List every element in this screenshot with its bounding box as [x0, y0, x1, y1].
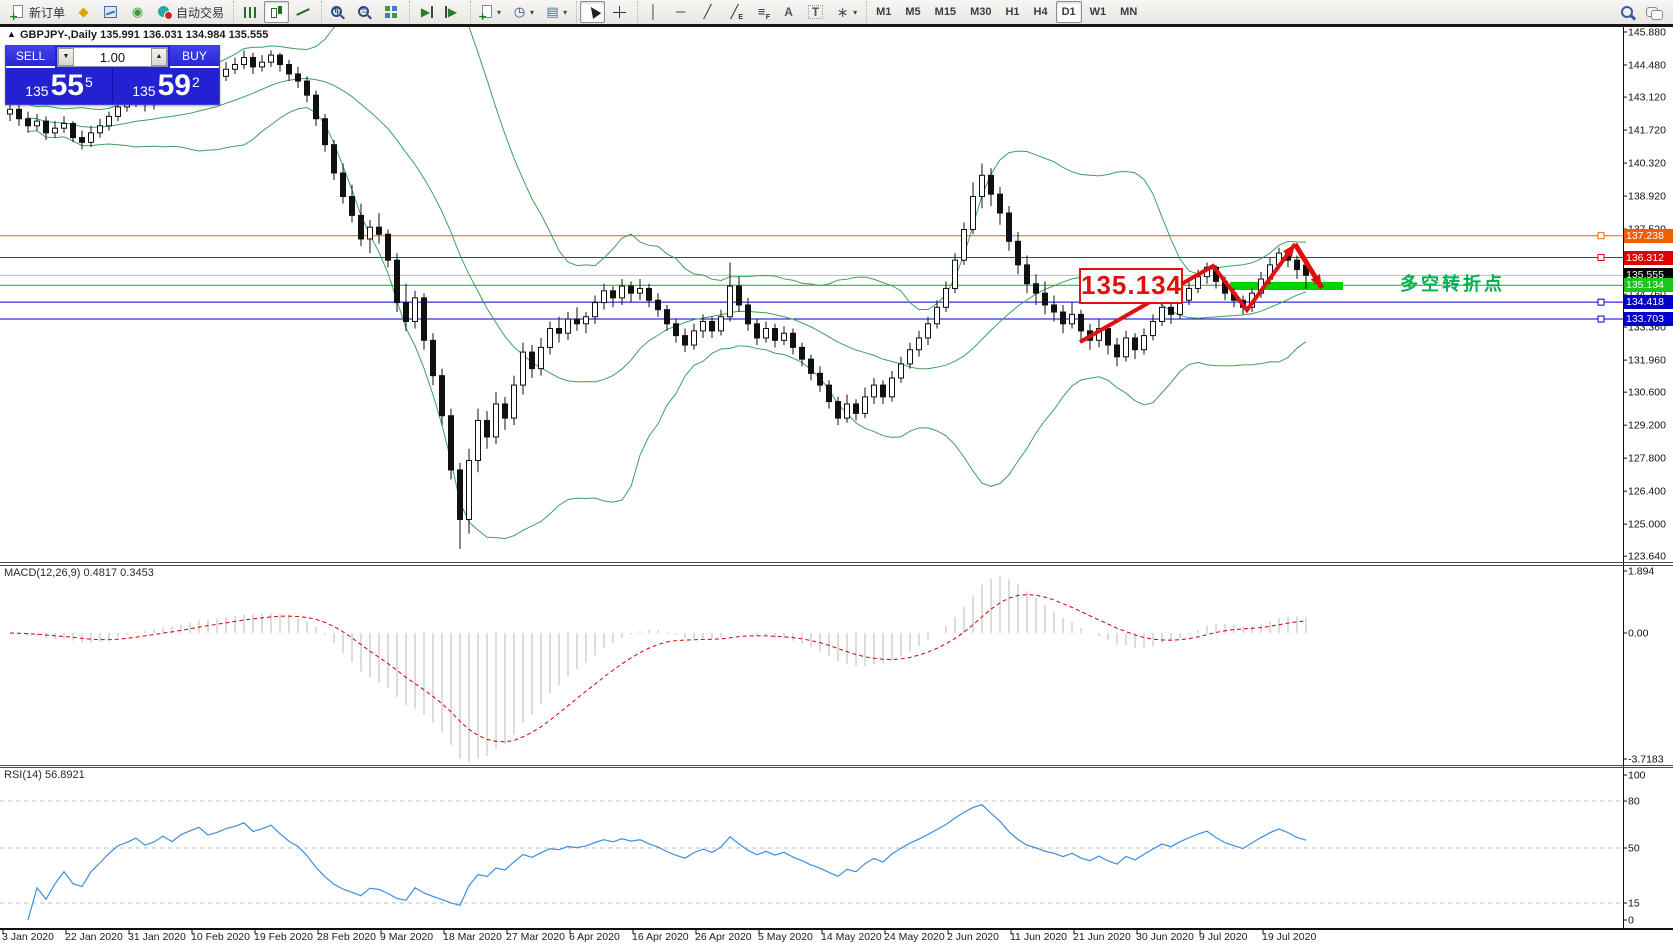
svg-text:141.720: 141.720 [1628, 125, 1666, 137]
svg-text:143.120: 143.120 [1628, 92, 1666, 104]
svg-text:100: 100 [1628, 770, 1646, 782]
sell-price-sup: 5 [85, 76, 93, 88]
svg-text:0: 0 [1628, 915, 1634, 927]
buy-price-big: 59 [158, 72, 191, 100]
one-click-trade-panel: SELL ▼ ▲ BUY 135 55 5 135 59 2 [5, 45, 220, 105]
pivot-note-annotation[interactable]: 多空转折点 [1400, 270, 1505, 296]
resistance-line-136-312-handle[interactable] [1598, 255, 1604, 261]
svg-text:131.960: 131.960 [1628, 355, 1666, 367]
svg-text:50: 50 [1628, 843, 1640, 855]
svg-text:126.400: 126.400 [1628, 486, 1666, 498]
svg-text:144.480: 144.480 [1628, 59, 1666, 71]
svg-text:140.320: 140.320 [1628, 158, 1666, 170]
price-axis-badge: 134.418 [1624, 295, 1673, 309]
svg-text:125.000: 125.000 [1628, 519, 1666, 531]
svg-text:80: 80 [1628, 796, 1640, 808]
price-axis-badge: 136.312 [1624, 251, 1673, 265]
volume-stepper: ▼ ▲ [57, 47, 168, 67]
resistance-line-137-238-handle[interactable] [1598, 233, 1604, 239]
sell-price-prefix: 135 [25, 82, 48, 100]
svg-text:15: 15 [1628, 898, 1640, 910]
buy-button[interactable]: BUY [170, 46, 219, 68]
svg-text:123.640: 123.640 [1628, 551, 1666, 563]
svg-text:138.920: 138.920 [1628, 191, 1666, 203]
mt4-terminal: +新订单◆◉自动交易++−−▶▶+▾◷▾▤▾│─╱╱E≡FAT∗▾M1M5M15… [0, 0, 1673, 943]
buy-price-prefix: 135 [132, 82, 155, 100]
buy-price[interactable]: 135 59 2 [113, 68, 219, 102]
svg-text:145.880: 145.880 [1628, 27, 1666, 39]
price-axis-badge: 137.238 [1624, 229, 1673, 243]
svg-text:129.200: 129.200 [1628, 420, 1666, 432]
price-callout-annotation[interactable]: 135.134 [1079, 268, 1183, 304]
volume-input[interactable] [74, 48, 151, 66]
sell-button[interactable]: SELL [6, 46, 55, 68]
price-axis-badge: 135.134 [1624, 278, 1673, 292]
sell-price[interactable]: 135 55 5 [6, 68, 113, 102]
axes-layer: 145.880 144.480 143.120 141.720 140.320 138.9… [0, 25, 1673, 934]
highlight-bar-annotation[interactable] [1230, 282, 1343, 290]
buy-price-sup: 2 [192, 76, 200, 88]
svg-text:-3.7183: -3.7183 [1628, 754, 1664, 766]
svg-text:1.894: 1.894 [1628, 566, 1654, 578]
macd-layer [10, 577, 1306, 762]
volume-decrease-button[interactable]: ▼ [58, 48, 74, 66]
price-axis-badge: 133.703 [1624, 312, 1673, 326]
chart-canvas[interactable]: 145.880 144.480 143.120 141.720 140.320 138.9… [0, 0, 1673, 943]
volume-increase-button[interactable]: ▲ [151, 48, 167, 66]
svg-text:0.00: 0.00 [1628, 628, 1649, 640]
support-line-133-703-handle[interactable] [1598, 316, 1604, 322]
svg-text:127.800: 127.800 [1628, 453, 1666, 465]
svg-text:130.600: 130.600 [1628, 387, 1666, 399]
support-line-134-418-handle[interactable] [1598, 299, 1604, 305]
sell-price-big: 55 [51, 72, 84, 100]
rsi-layer [0, 801, 1623, 920]
